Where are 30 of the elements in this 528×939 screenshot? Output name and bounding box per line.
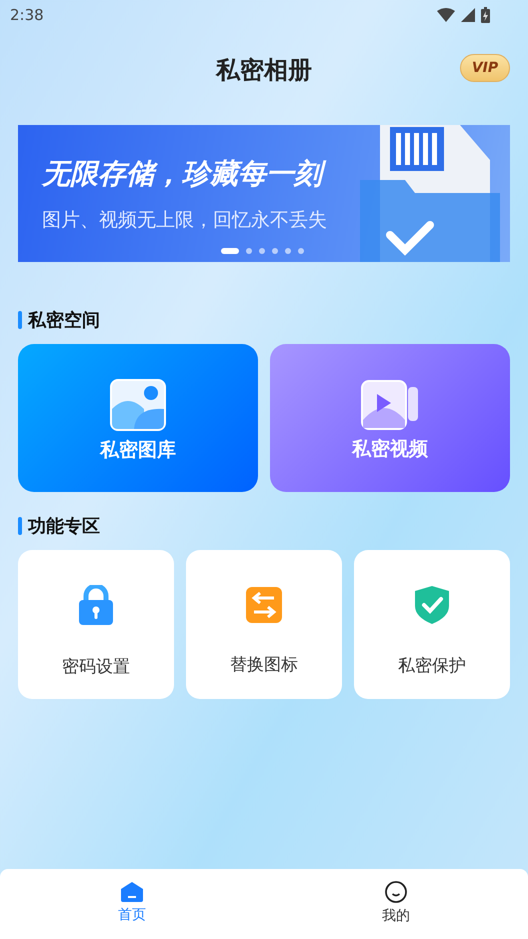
padlock-icon (79, 584, 113, 624)
gallery-card[interactable]: 私密图库 (18, 344, 258, 492)
battery-icon (481, 7, 490, 23)
shield-check-icon (415, 586, 449, 624)
image-icon (110, 378, 166, 430)
status-time: 2:38 (10, 6, 44, 24)
banner-headline: 无限存储，珍藏每一刻 (42, 154, 327, 192)
video-camera-icon (361, 380, 419, 430)
tab[interactable]: 首页 (0, 869, 264, 937)
carousel-dot[interactable] (246, 248, 252, 254)
smiley-icon (385, 881, 407, 903)
vip-badge[interactable]: VIP (460, 54, 510, 82)
carousel-dot[interactable] (298, 248, 304, 254)
carousel-dot[interactable] (285, 248, 291, 254)
promo-banner[interactable]: 无限存储，珍藏每一刻 图片、视频无上限，回忆永不丢失 (18, 125, 510, 262)
section-heading: 功能专区 (28, 515, 100, 538)
carousel-dot[interactable] (259, 248, 265, 254)
carousel-dot[interactable] (272, 248, 278, 254)
signal-icon (461, 8, 475, 22)
page-title: 私密相册 (216, 55, 312, 86)
banner-subtitle: 图片、视频无上限，回忆永不丢失 (42, 208, 327, 232)
tab[interactable]: 我的 (264, 869, 528, 937)
wifi-icon (437, 8, 455, 22)
video-card[interactable]: 私密视频 (270, 344, 510, 492)
feature-card[interactable]: 私密保护 (354, 550, 510, 699)
swap-arrows-icon (246, 586, 282, 622)
feature-card[interactable]: 替换图标 (186, 550, 342, 699)
section-heading: 私密空间 (28, 309, 100, 332)
feature-card[interactable]: 密码设置 (18, 550, 174, 699)
home-icon (121, 882, 143, 902)
